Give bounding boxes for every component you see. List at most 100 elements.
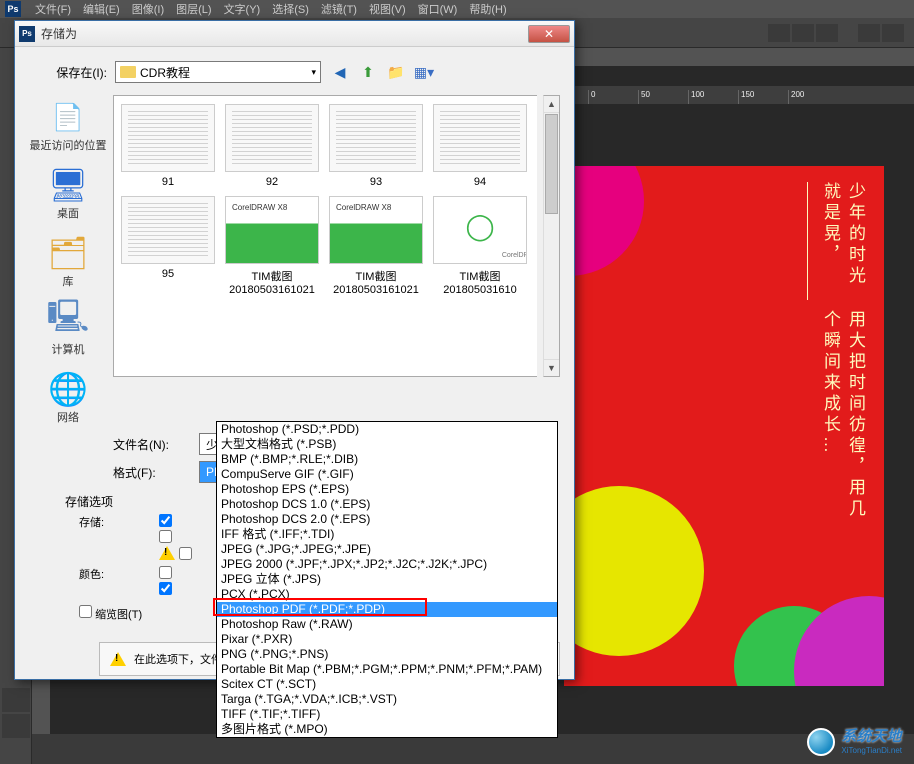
arrange-btn[interactable] <box>882 24 904 42</box>
scrollbar[interactable]: ▲ ▼ <box>543 95 560 377</box>
recent-icon: 📄 <box>50 99 86 135</box>
file-list[interactable]: 91 92 93 94 95 TIM截图 20180503161021 TIM截… <box>113 95 537 377</box>
sidebar-network[interactable]: 🌐 网络 <box>50 371 86 425</box>
back-icon[interactable]: ◀ <box>329 61 351 83</box>
folder-icon <box>120 66 136 78</box>
format-option[interactable]: Photoshop DCS 2.0 (*.EPS) <box>217 512 557 527</box>
menu-layer[interactable]: 图层(L) <box>170 0 217 19</box>
sidebar-label: 库 <box>50 273 86 289</box>
save-in-dropdown[interactable]: CDR教程 ▾ <box>115 61 321 83</box>
dialog-titlebar[interactable]: Ps 存储为 ✕ <box>15 21 574 47</box>
store-label: 存储: <box>79 514 119 530</box>
save-in-label: 保存在(I): <box>29 64 107 81</box>
up-icon[interactable]: ⬆ <box>357 61 379 83</box>
format-dropdown-list[interactable]: Photoshop (*.PSD;*.PDD)大型文档格式 (*.PSB)BMP… <box>216 421 558 738</box>
format-option[interactable]: Scitex CT (*.SCT) <box>217 677 557 692</box>
sidebar-label: 网络 <box>50 409 86 425</box>
watermark-sub: XiTongTianDi.net <box>841 746 902 755</box>
format-option[interactable]: Photoshop (*.PSD;*.PDD) <box>217 422 557 437</box>
menu-type[interactable]: 文字(Y) <box>218 0 267 19</box>
checkbox-option[interactable] <box>159 514 192 527</box>
format-option[interactable]: TIFF (*.TIF;*.TIFF) <box>217 707 557 722</box>
sidebar-libraries[interactable]: 🗂 库 <box>50 235 86 289</box>
sidebar-label: 最近访问的位置 <box>30 137 107 153</box>
checkbox-option[interactable] <box>159 566 172 579</box>
format-option[interactable]: JPEG (*.JPG;*.JPEG;*.JPE) <box>217 542 557 557</box>
align-btn[interactable] <box>816 24 838 42</box>
format-option[interactable]: Pixar (*.PXR) <box>217 632 557 647</box>
thumbnail-checkbox[interactable]: 缩览图(T) <box>79 609 142 621</box>
checkbox-option[interactable] <box>159 546 192 560</box>
library-icon: 🗂 <box>50 235 86 271</box>
ps-icon: Ps <box>19 26 35 42</box>
format-option[interactable]: CompuServe GIF (*.GIF) <box>217 467 557 482</box>
sidebar-desktop[interactable]: 🖥 桌面 <box>50 167 86 221</box>
file-name: 93 <box>370 176 382 188</box>
format-option[interactable]: PCX (*.PCX) <box>217 587 557 602</box>
dialog-title: 存储为 <box>41 25 528 42</box>
menu-select[interactable]: 选择(S) <box>266 0 315 19</box>
poster-line1: 少年的时光就是晃， <box>807 182 868 300</box>
scroll-down-icon[interactable]: ▼ <box>544 359 559 376</box>
format-option[interactable]: BMP (*.BMP;*.RLE;*.DIB) <box>217 452 557 467</box>
menu-image[interactable]: 图像(I) <box>126 0 170 19</box>
ps-app-icon: Ps <box>5 1 21 17</box>
format-option[interactable]: PNG (*.PNG;*.PNS) <box>217 647 557 662</box>
ruler-tick: 100 <box>688 90 738 104</box>
menu-filter[interactable]: 滤镜(T) <box>315 0 363 19</box>
file-name: 95 <box>162 268 174 280</box>
warning-icon <box>110 652 126 666</box>
format-option[interactable]: 大型文档格式 (*.PSB) <box>217 437 557 452</box>
file-item[interactable]: TIM截图 20180503161021 <box>326 196 426 296</box>
menu-help[interactable]: 帮助(H) <box>463 0 512 19</box>
format-option[interactable]: Photoshop DCS 1.0 (*.EPS) <box>217 497 557 512</box>
file-item[interactable]: 94 <box>430 104 530 188</box>
file-item[interactable]: TIM截图 20180503161021 <box>222 196 322 296</box>
file-name: 94 <box>474 176 486 188</box>
file-thumb <box>433 196 527 264</box>
sidebar-computer[interactable]: 🖳 计算机 <box>50 303 86 357</box>
view-icon[interactable]: ▦▾ <box>413 61 435 83</box>
format-option[interactable]: Portable Bit Map (*.PBM;*.PGM;*.PPM;*.PN… <box>217 662 557 677</box>
ruler-tick: 200 <box>788 90 838 104</box>
menu-view[interactable]: 视图(V) <box>363 0 412 19</box>
chevron-down-icon: ▾ <box>311 67 316 78</box>
format-option[interactable]: Photoshop Raw (*.RAW) <box>217 617 557 632</box>
desktop-icon: 🖥 <box>50 167 86 203</box>
arrange-btn[interactable] <box>858 24 880 42</box>
format-option[interactable]: JPEG 立体 (*.JPS) <box>217 572 557 587</box>
format-option[interactable]: Photoshop EPS (*.EPS) <box>217 482 557 497</box>
align-btn[interactable] <box>768 24 790 42</box>
format-option[interactable]: JPEG 2000 (*.JPF;*.JPX;*.JP2;*.J2C;*.J2K… <box>217 557 557 572</box>
computer-icon: 🖳 <box>50 303 86 339</box>
format-option[interactable]: 多图片格式 (*.MPO) <box>217 722 557 737</box>
file-item[interactable]: 91 <box>118 104 218 188</box>
scroll-up-icon[interactable]: ▲ <box>544 96 559 113</box>
checkbox-option[interactable] <box>159 530 192 543</box>
menu-edit[interactable]: 编辑(E) <box>77 0 126 19</box>
file-item[interactable]: TIM截图 201805031610 <box>430 196 530 296</box>
network-icon: 🌐 <box>50 371 86 407</box>
format-option[interactable]: IFF 格式 (*.IFF;*.TDI) <box>217 527 557 542</box>
tool-item[interactable] <box>2 688 30 712</box>
format-option[interactable]: Targa (*.TGA;*.VDA;*.ICB;*.VST) <box>217 692 557 707</box>
new-folder-icon[interactable]: 📁 <box>385 61 407 83</box>
file-thumb <box>121 196 215 264</box>
file-item[interactable]: 95 <box>118 196 218 296</box>
menu-window[interactable]: 窗口(W) <box>412 0 464 19</box>
file-item[interactable]: 92 <box>222 104 322 188</box>
align-btn[interactable] <box>792 24 814 42</box>
poster-circle <box>564 486 704 656</box>
menu-file[interactable]: 文件(F) <box>29 0 77 19</box>
scroll-thumb[interactable] <box>545 114 558 214</box>
checkbox-option[interactable] <box>159 582 172 595</box>
close-button[interactable]: ✕ <box>528 25 570 43</box>
places-sidebar: 📄 最近访问的位置 🖥 桌面 🗂 库 🖳 计算机 🌐 网络 <box>29 95 107 425</box>
ruler-horizontal: 0 50 100 150 200 <box>570 86 914 104</box>
canvas-document[interactable]: 少年的时光就是晃， 用大把时间彷徨，用几个瞬间来成长… <box>564 166 884 686</box>
sidebar-recent[interactable]: 📄 最近访问的位置 <box>30 99 107 153</box>
file-item[interactable]: 93 <box>326 104 426 188</box>
file-name: TIM截图 201805031610 <box>443 271 516 296</box>
tool-item[interactable] <box>2 714 30 738</box>
format-option[interactable]: Photoshop PDF (*.PDF;*.PDP) <box>217 602 557 617</box>
